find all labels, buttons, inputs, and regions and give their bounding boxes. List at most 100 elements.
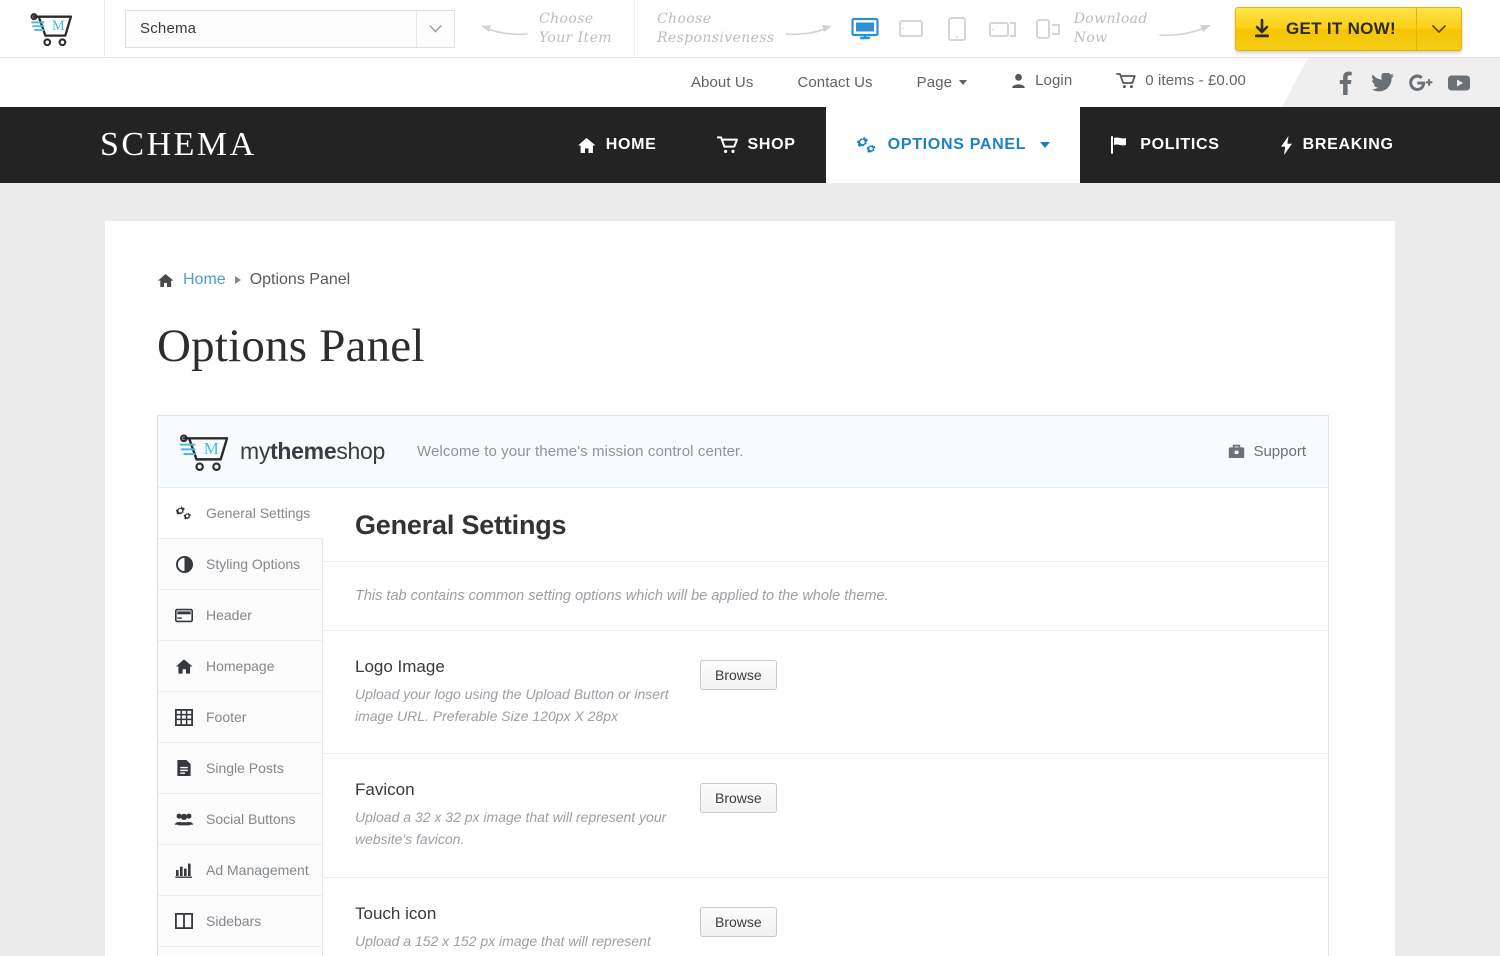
flag-icon	[1110, 136, 1130, 154]
download-now-note-text: Download Now	[1074, 10, 1148, 48]
download-now-annotation: Download Now	[1074, 10, 1226, 48]
desktop-icon[interactable]	[850, 16, 880, 42]
options-panel-sidebar: General Settings Styling Options Header	[158, 488, 323, 956]
mobile-icon[interactable]	[1034, 16, 1064, 42]
laptop-icon[interactable]	[896, 16, 926, 42]
svg-text:M: M	[204, 439, 219, 458]
breadcrumb-current: Options Panel	[250, 271, 351, 289]
setting-row-touch-icon: Touch icon Upload a 152 x 152 px image t…	[323, 878, 1328, 956]
brand-shop: shop	[336, 438, 385, 464]
chevron-down-icon	[416, 11, 454, 47]
subnav-login-label: Login	[1035, 58, 1072, 105]
get-it-now-label: GET IT NOW!	[1286, 19, 1396, 39]
table-icon	[175, 709, 193, 726]
subnav-link-page[interactable]: Page	[895, 58, 989, 107]
arrow-right-icon	[1158, 17, 1216, 41]
chevron-down-icon	[1431, 24, 1447, 34]
sidebar-item-general-settings-label: General Settings	[206, 505, 310, 521]
home-icon	[577, 137, 596, 154]
facebook-icon[interactable]	[1326, 58, 1364, 107]
breadcrumb: Home Options Panel	[157, 271, 1343, 289]
support-link[interactable]: Support	[1228, 443, 1306, 460]
breadcrumb-home-link[interactable]: Home	[183, 271, 226, 289]
home-icon	[157, 273, 174, 288]
brand-theme: theme	[270, 438, 336, 464]
youtube-icon[interactable]	[1440, 58, 1478, 107]
nav-item-politics[interactable]: POLITICS	[1080, 107, 1249, 183]
choose-item-annotation: Choose Your Item	[455, 10, 612, 48]
options-panel-main: General Settings This tab contains commo…	[323, 488, 1328, 956]
nav-item-breaking[interactable]: BREAKING	[1250, 107, 1424, 183]
sidebar-item-sidebars-label: Sidebars	[206, 913, 261, 929]
options-panel-body: General Settings Styling Options Header	[158, 488, 1328, 956]
browse-button[interactable]: Browse	[700, 783, 777, 813]
mythemeshop-logo: M mythemeshop	[176, 432, 385, 472]
mythemeshop-logo[interactable]: M	[0, 0, 105, 58]
responsiveness-device-switcher[interactable]	[850, 16, 1064, 42]
nav-item-options-panel-label: OPTIONS PANEL	[888, 136, 1027, 154]
chevron-down-icon	[1040, 142, 1050, 148]
theme-select[interactable]: Schema	[125, 10, 455, 48]
subnav-link-contact-us[interactable]: Contact Us	[775, 58, 894, 107]
page-title: Options Panel	[157, 319, 1343, 373]
google-plus-icon[interactable]	[1402, 58, 1440, 107]
tablet-icon[interactable]	[942, 16, 972, 42]
sidebar-item-ad-management[interactable]: Ad Management	[158, 845, 322, 896]
get-it-now-main[interactable]: GET IT NOW!	[1236, 8, 1417, 50]
subnav-link-about-us[interactable]: About Us	[669, 58, 776, 107]
choose-responsiveness-annotation: Choose Responsiveness	[635, 10, 837, 48]
setting-description: Upload a 152 x 152 px image that will re…	[355, 931, 680, 956]
nav-item-options-panel[interactable]: OPTIONS PANEL	[826, 107, 1081, 183]
columns-icon	[175, 913, 193, 929]
nav-item-politics-label: POLITICS	[1140, 136, 1219, 154]
caret-right-icon	[235, 276, 241, 284]
home-icon	[175, 658, 193, 675]
options-main-title: General Settings	[323, 488, 1328, 562]
download-icon	[1252, 18, 1272, 40]
gears-icon	[856, 136, 878, 155]
nav-item-shop[interactable]: SHOP	[687, 107, 826, 183]
sidebar-item-social-buttons[interactable]: Social Buttons	[158, 794, 322, 845]
site-brand[interactable]: SCHEMA	[100, 107, 297, 183]
choose-item-note-text: Choose Your Item	[539, 10, 612, 48]
gears-icon	[175, 505, 193, 522]
svg-text:M: M	[52, 17, 65, 33]
arrow-left-icon	[477, 18, 529, 40]
twitter-icon[interactable]	[1364, 58, 1402, 107]
sidebar-item-general-settings[interactable]: General Settings	[158, 488, 323, 539]
sidebar-item-header[interactable]: Header	[158, 590, 322, 641]
bolt-icon	[1280, 136, 1293, 155]
sidebar-item-single-posts[interactable]: Single Posts	[158, 743, 322, 794]
arrow-right-icon	[784, 18, 836, 40]
get-it-now-button[interactable]: GET IT NOW!	[1235, 7, 1462, 51]
browse-button[interactable]: Browse	[700, 907, 777, 937]
get-it-now-dropdown[interactable]	[1417, 8, 1461, 50]
setting-row-favicon: Favicon Upload a 32 x 32 px image that w…	[323, 754, 1328, 877]
setting-label: Favicon	[355, 780, 680, 800]
tablet-landscape-icon[interactable]	[988, 16, 1018, 42]
bar-chart-icon	[175, 862, 193, 878]
support-label: Support	[1253, 443, 1306, 460]
sidebar-item-homepage[interactable]: Homepage	[158, 641, 322, 692]
subnav-cart-label: 0 items - £0.00	[1145, 58, 1246, 105]
setting-label: Touch icon	[355, 904, 680, 924]
sidebar-item-styling-options[interactable]: Styling Options	[158, 539, 322, 590]
main-nav-items: HOME SHOP OPTIONS PANEL	[547, 107, 1424, 183]
setting-row-logo-image: Logo Image Upload your logo using the Up…	[323, 631, 1328, 754]
setting-description: Upload your logo using the Upload Button…	[355, 684, 680, 727]
sidebar-item-homepage-label: Homepage	[206, 658, 275, 674]
setting-row-text: Favicon Upload a 32 x 32 px image that w…	[355, 780, 700, 850]
nav-item-home[interactable]: HOME	[547, 107, 687, 183]
secondary-navbar: About Us Contact Us Page Login 0 ite	[0, 58, 1500, 107]
theme-select-value: Schema	[126, 20, 196, 37]
subnav-login[interactable]: Login	[989, 58, 1094, 107]
cart-icon	[1116, 72, 1136, 89]
subnav-cart[interactable]: 0 items - £0.00	[1094, 58, 1268, 107]
brand-my: my	[240, 438, 270, 464]
sidebar-item-footer[interactable]: Footer	[158, 692, 322, 743]
browse-button[interactable]: Browse	[700, 660, 777, 690]
sidebar-item-sidebars[interactable]: Sidebars	[158, 896, 322, 947]
sidebar-item-styling-options-label: Styling Options	[206, 556, 300, 572]
item-selector-area: Schema	[105, 0, 455, 58]
header-card-icon	[175, 608, 193, 623]
